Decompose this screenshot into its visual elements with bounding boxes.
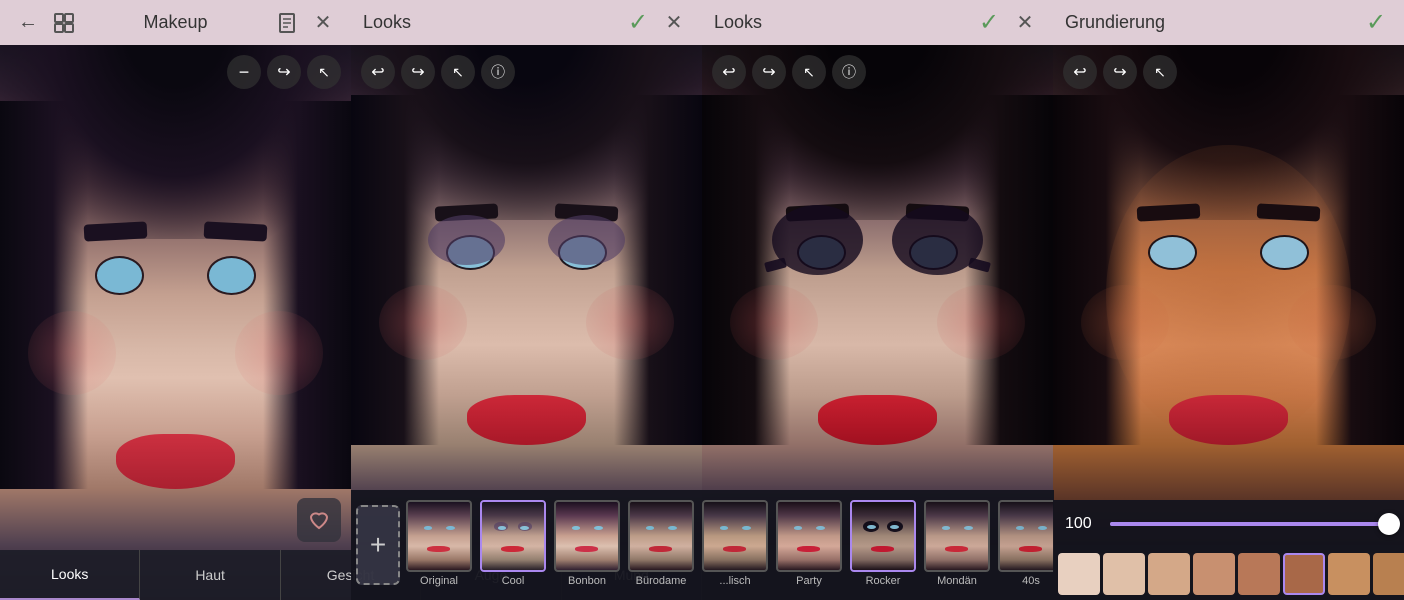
- favorites-button[interactable]: [297, 498, 341, 542]
- panel4-controls: 100: [1053, 500, 1404, 600]
- panel4-face: ↩ ↪ ↖: [1053, 45, 1404, 545]
- look-label-40s: 40s: [1022, 575, 1040, 587]
- look-label-party: Party: [796, 575, 822, 587]
- color-swatches-row: [1053, 548, 1404, 600]
- swatch-2[interactable]: [1148, 553, 1190, 595]
- look-label-bonbon: Bonbon: [568, 575, 606, 587]
- look-label-burodame: Bürodame: [636, 575, 687, 587]
- slider-track[interactable]: [1110, 522, 1392, 526]
- panel3-info-icon[interactable]: ⓘ: [832, 55, 866, 89]
- swatch-6[interactable]: [1328, 553, 1370, 595]
- grid-icon[interactable]: [48, 7, 80, 39]
- add-look-button[interactable]: +: [356, 505, 400, 585]
- look-item-lisch[interactable]: ...lisch: [700, 500, 770, 590]
- panel3-check-button[interactable]: ✓: [973, 7, 1005, 39]
- look-label-modan: Mondän: [937, 575, 977, 587]
- swatch-7[interactable]: [1373, 553, 1404, 595]
- back-button[interactable]: ←: [12, 7, 44, 39]
- panel2-info-icon[interactable]: ⓘ: [481, 55, 515, 89]
- look-item-burodame[interactable]: Bürodame: [626, 500, 696, 590]
- panel4-title: Grundierung: [1065, 12, 1165, 33]
- look-label-rocker: Rocker: [866, 575, 901, 587]
- panel1-bottom: [0, 490, 351, 550]
- panel1-cursor-icon[interactable]: ↖: [307, 55, 341, 89]
- panel4-header: Grundierung ✓: [1053, 0, 1404, 45]
- panel1-header: ← Makeup ✕: [0, 0, 351, 45]
- panel4-undo-icon[interactable]: ↩: [1063, 55, 1097, 89]
- panel3-cursor-icon[interactable]: ↖: [792, 55, 826, 89]
- look-item-40s[interactable]: 40s: [996, 500, 1054, 590]
- panel1-close-button[interactable]: ✕: [307, 7, 339, 39]
- look-item-party[interactable]: Party: [774, 500, 844, 590]
- panel1-minus-icon[interactable]: −: [227, 55, 261, 89]
- look-label-cool: Cool: [502, 575, 525, 587]
- panel2-check-button[interactable]: ✓: [622, 7, 654, 39]
- opacity-slider-row: 100: [1053, 500, 1404, 548]
- look-item-cool[interactable]: Cool: [478, 500, 548, 590]
- panel3-undo-icon[interactable]: ↩: [712, 55, 746, 89]
- look-label-lisch: ...lisch: [719, 575, 750, 587]
- document-icon[interactable]: [271, 7, 303, 39]
- panel2-cursor-icon[interactable]: ↖: [441, 55, 475, 89]
- panel2-face: ↩ ↪ ↖ ⓘ: [351, 45, 702, 545]
- tab-haut[interactable]: Haut: [140, 550, 280, 600]
- slider-value: 100: [1065, 515, 1100, 533]
- panel1-redo-icon[interactable]: ↪: [267, 55, 301, 89]
- panel1-title: Makeup: [143, 12, 207, 33]
- panel2-header: Looks ✓ ✕: [351, 0, 702, 45]
- look-label-original: Original: [420, 575, 458, 587]
- look-item-original[interactable]: Original: [404, 500, 474, 590]
- swatch-3[interactable]: [1193, 553, 1235, 595]
- panel4-redo-icon[interactable]: ↪: [1103, 55, 1137, 89]
- swatch-0[interactable]: [1058, 553, 1100, 595]
- panel2-close-button[interactable]: ✕: [658, 7, 690, 39]
- swatch-5[interactable]: [1283, 553, 1325, 595]
- panel3-face: ↩ ↪ ↖ ⓘ: [702, 45, 1053, 545]
- swatch-4[interactable]: [1238, 553, 1280, 595]
- panel4-cursor-icon[interactable]: ↖: [1143, 55, 1177, 89]
- panel3-title: Looks: [714, 12, 762, 33]
- looks-strip: + Original Cool: [351, 490, 1054, 600]
- panel4-check-button[interactable]: ✓: [1360, 7, 1392, 39]
- swatch-1[interactable]: [1103, 553, 1145, 595]
- look-item-bonbon[interactable]: Bonbon: [552, 500, 622, 590]
- slider-fill: [1110, 522, 1384, 526]
- look-item-rocker[interactable]: Rocker: [848, 500, 918, 590]
- panel3-close-button[interactable]: ✕: [1009, 7, 1041, 39]
- tab-looks[interactable]: Looks: [0, 550, 140, 600]
- panel3-header: Looks ✓ ✕: [702, 0, 1053, 45]
- panel3-redo-icon[interactable]: ↪: [752, 55, 786, 89]
- panel2-redo-icon[interactable]: ↪: [401, 55, 435, 89]
- panel2-undo-icon[interactable]: ↩: [361, 55, 395, 89]
- look-item-modan[interactable]: Mondän: [922, 500, 992, 590]
- panel2-title: Looks: [363, 12, 411, 33]
- slider-thumb[interactable]: [1378, 513, 1400, 535]
